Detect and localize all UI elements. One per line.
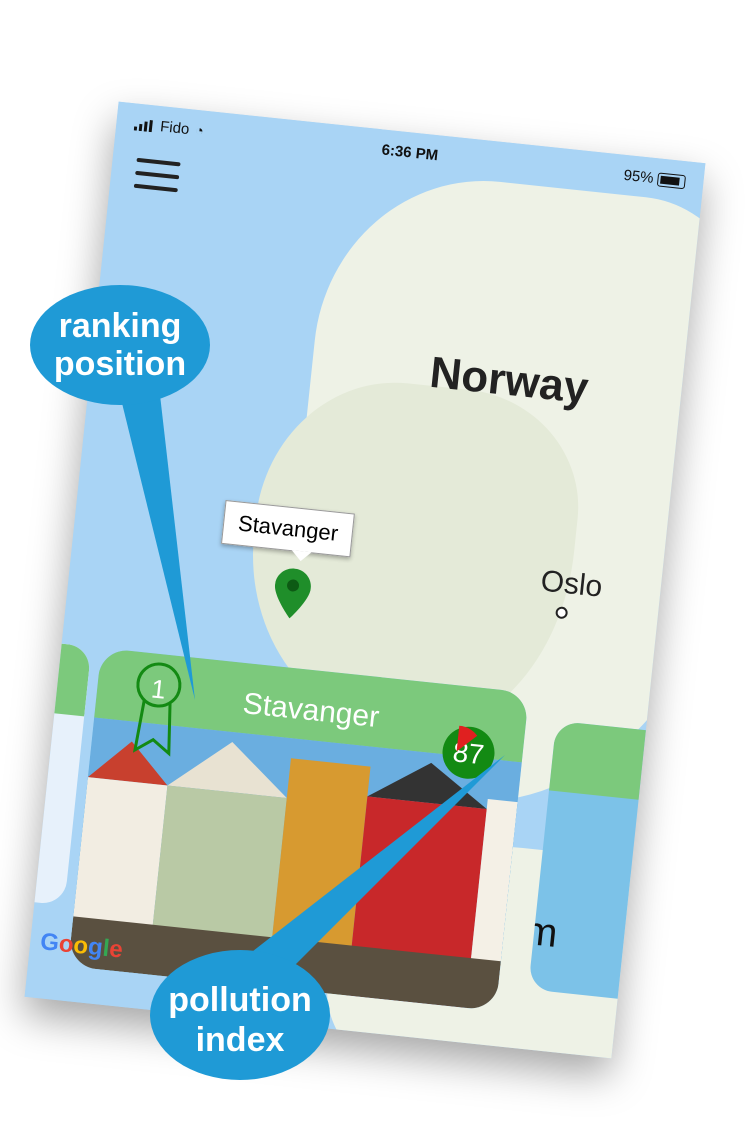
battery-percent: 95% xyxy=(622,166,655,187)
map-pin-icon[interactable] xyxy=(272,567,313,620)
annotation-line: position xyxy=(53,345,187,383)
annotation-line: pollution xyxy=(168,981,312,1019)
annotation-line: ranking xyxy=(58,307,182,345)
side-card-text: m xyxy=(528,908,560,956)
battery-indicator: 95% xyxy=(622,166,687,190)
annotation-line: index xyxy=(195,1021,285,1059)
battery-icon xyxy=(656,172,687,190)
annotation-pollution-index: pollution index xyxy=(150,950,330,1080)
google-letter: e xyxy=(107,935,125,964)
map-city-label: Oslo xyxy=(539,564,604,604)
hamburger-menu-icon[interactable] xyxy=(133,157,181,194)
pollution-wedge-icon xyxy=(456,725,478,752)
phone-screen: Fido ◔ 6:36 PM 95% Norway Oslo Stavanger … xyxy=(24,101,706,1059)
city-card[interactable]: 1 Stavanger 87 xyxy=(68,647,530,1012)
annotation-ranking-position: ranking position xyxy=(30,285,210,405)
